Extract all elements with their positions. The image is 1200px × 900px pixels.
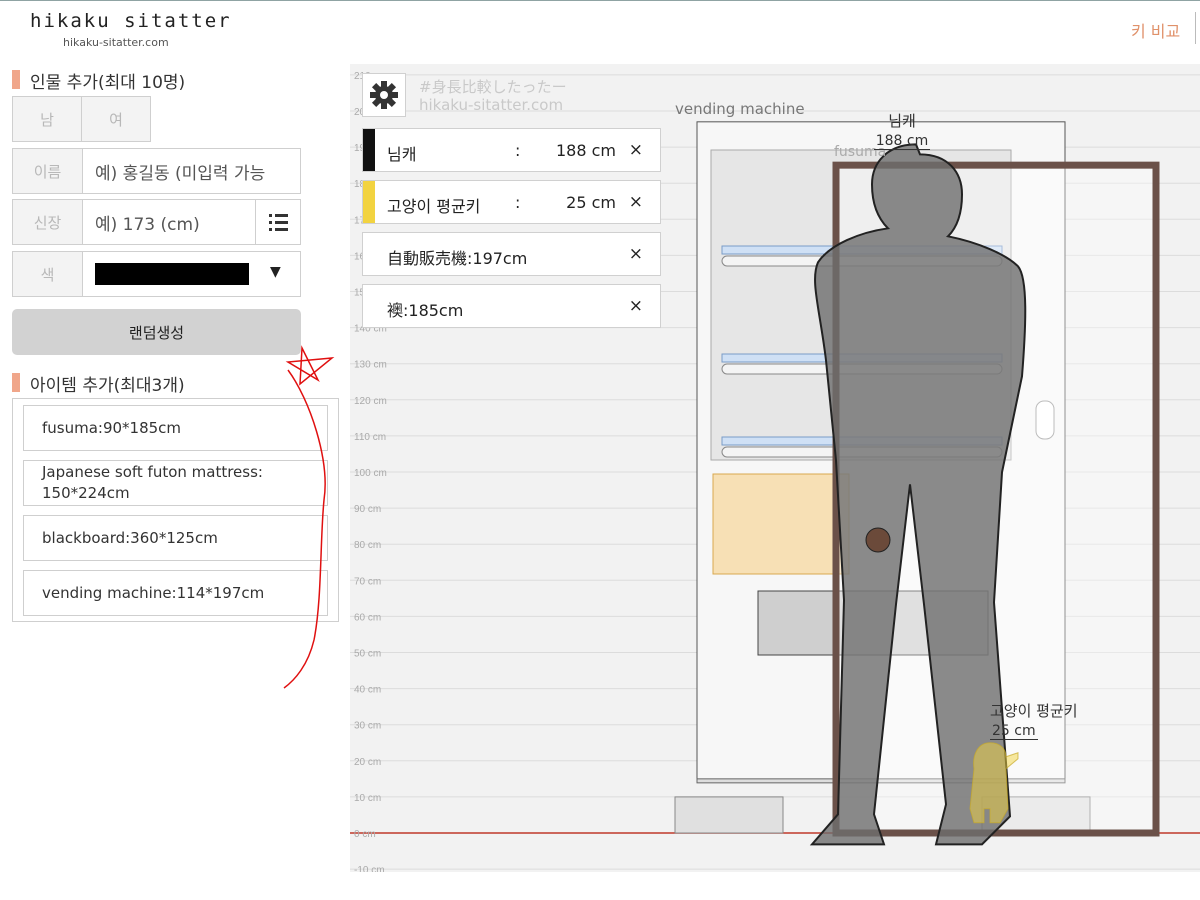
remove-icon[interactable]: ×	[629, 140, 643, 160]
entry-height: 188 cm	[555, 141, 616, 160]
entry-name: 自動販売機:197cm	[387, 249, 528, 268]
person-section-title: 인물 추가(최대 10명)	[12, 68, 185, 93]
axis-tick-label: 120 cm	[354, 396, 387, 407]
cat-figure-name: 고양이 평균키	[990, 702, 1078, 720]
remove-icon[interactable]: ×	[629, 192, 643, 212]
axis-tick-label: 50 cm	[354, 649, 381, 660]
chevron-down-icon[interactable]: ▼	[270, 264, 281, 280]
entry-color-swatch	[363, 181, 375, 223]
list-icon	[269, 214, 288, 231]
person-figure-label: 님캐 188 cm	[872, 110, 932, 150]
axis-tick-label: 0 cm	[354, 829, 376, 840]
entry-row[interactable]: 님캐 : 188 cm ×	[362, 128, 661, 172]
settings-button[interactable]	[362, 73, 406, 117]
axis-tick-label: 90 cm	[354, 504, 381, 515]
vending-knob	[865, 527, 891, 553]
vending-panel	[712, 473, 850, 575]
gender-female-button[interactable]: 여	[81, 96, 151, 142]
random-generate-button[interactable]: 랜덤생성	[12, 309, 301, 355]
axis-tick-label: 30 cm	[354, 721, 381, 732]
entry-row[interactable]: 고양이 평균키 : 25 cm ×	[362, 180, 661, 224]
height-list-button[interactable]	[255, 199, 301, 245]
nav-height-compare[interactable]: 키 비교	[1131, 18, 1180, 42]
axis-tick-label: 20 cm	[354, 757, 381, 768]
watermark-hashtag: #身長比較したったー	[419, 78, 567, 96]
red-scribble-annotation	[283, 345, 335, 689]
site-logo[interactable]: hikaku sitatter	[30, 10, 232, 32]
entry-colon: :	[515, 141, 521, 160]
name-label: 이름	[12, 148, 83, 194]
cat-figure-height: 25 cm	[990, 723, 1038, 740]
color-swatch[interactable]	[95, 263, 249, 285]
watermark-url: hikaku-sitatter.com	[419, 96, 564, 114]
color-label: 색	[12, 251, 83, 297]
gear-icon	[370, 81, 398, 109]
item-entry-row[interactable]: 自動販売機:197cm ×	[362, 232, 661, 276]
axis-tick-label: 80 cm	[354, 540, 381, 551]
nav-divider	[1195, 12, 1196, 44]
axis-tick-label: 100 cm	[354, 468, 387, 479]
remove-icon[interactable]: ×	[629, 244, 643, 264]
items-section-title: 아이템 추가(최대3개)	[12, 371, 185, 396]
vending-machine-foot	[674, 796, 784, 834]
entry-name: 襖:185cm	[387, 301, 464, 320]
entry-name: 고양이 평균키	[387, 197, 481, 216]
height-label: 신장	[12, 199, 83, 245]
axis-tick-label: 70 cm	[354, 576, 381, 587]
axis-tick-label: 60 cm	[354, 612, 381, 623]
height-input[interactable]: 예) 173 (cm)	[95, 199, 245, 245]
entry-name: 님캐	[387, 145, 417, 164]
name-input[interactable]: 예) 홍길동 (미입력 가능	[95, 148, 299, 194]
axis-tick-label: 130 cm	[354, 360, 387, 371]
axis-tick-label: 110 cm	[354, 432, 386, 443]
item-entry-row[interactable]: 襖:185cm ×	[362, 284, 661, 328]
cat-figure-label: 고양이 평균키 25 cm	[990, 700, 1110, 740]
gender-male-button[interactable]: 남	[12, 96, 82, 142]
vending-machine-label: vending machine	[675, 100, 805, 118]
entry-color-swatch	[363, 129, 375, 171]
person-figure-height: 188 cm	[873, 133, 931, 150]
axis-tick-label: -10 cm	[354, 865, 385, 872]
entry-colon: :	[515, 193, 521, 212]
axis-tick-label: 40 cm	[354, 685, 381, 696]
axis-tick-label: 10 cm	[354, 793, 381, 804]
top-border	[0, 0, 1200, 1]
remove-icon[interactable]: ×	[629, 296, 643, 316]
site-url: hikaku-sitatter.com	[63, 36, 169, 49]
person-figure-name: 님캐	[888, 112, 916, 130]
entry-height: 25 cm	[566, 193, 616, 212]
